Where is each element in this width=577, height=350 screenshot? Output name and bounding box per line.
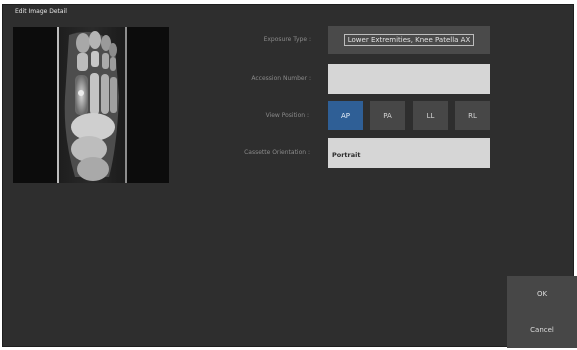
accession-number-label: Accession Number : — [251, 75, 311, 82]
ok-button[interactable]: OK — [507, 276, 577, 312]
view-position-ap-button[interactable]: AP — [328, 101, 363, 130]
edit-image-detail-dialog: Edit Image Detail Exposure Type: Lower … — [2, 4, 577, 348]
exposure-type-label: Exposure Type : — [263, 36, 311, 43]
cancel-button[interactable]: Cancel — [507, 312, 577, 348]
view-position-ll-button[interactable]: LL — [413, 101, 448, 130]
view-position-pa-button[interactable]: PA — [370, 101, 405, 130]
xray-preview — [13, 27, 169, 183]
cassette-orientation-value: Portrait — [332, 151, 361, 159]
dialog-title: Edit Image Detail — [15, 8, 67, 15]
view-position-rl-button[interactable]: RL — [455, 101, 490, 130]
cassette-orientation-label: Cassette Orientation : — [244, 149, 310, 156]
accession-number-field[interactable] — [328, 64, 490, 94]
exposure-type-selector[interactable]: Lower Extremities, Knee Patella AX — [328, 26, 490, 54]
exposure-type-value: Lower Extremities, Knee Patella AX — [343, 34, 475, 46]
foot-xray-image — [57, 27, 127, 183]
view-position-label: View Position : — [265, 112, 309, 119]
